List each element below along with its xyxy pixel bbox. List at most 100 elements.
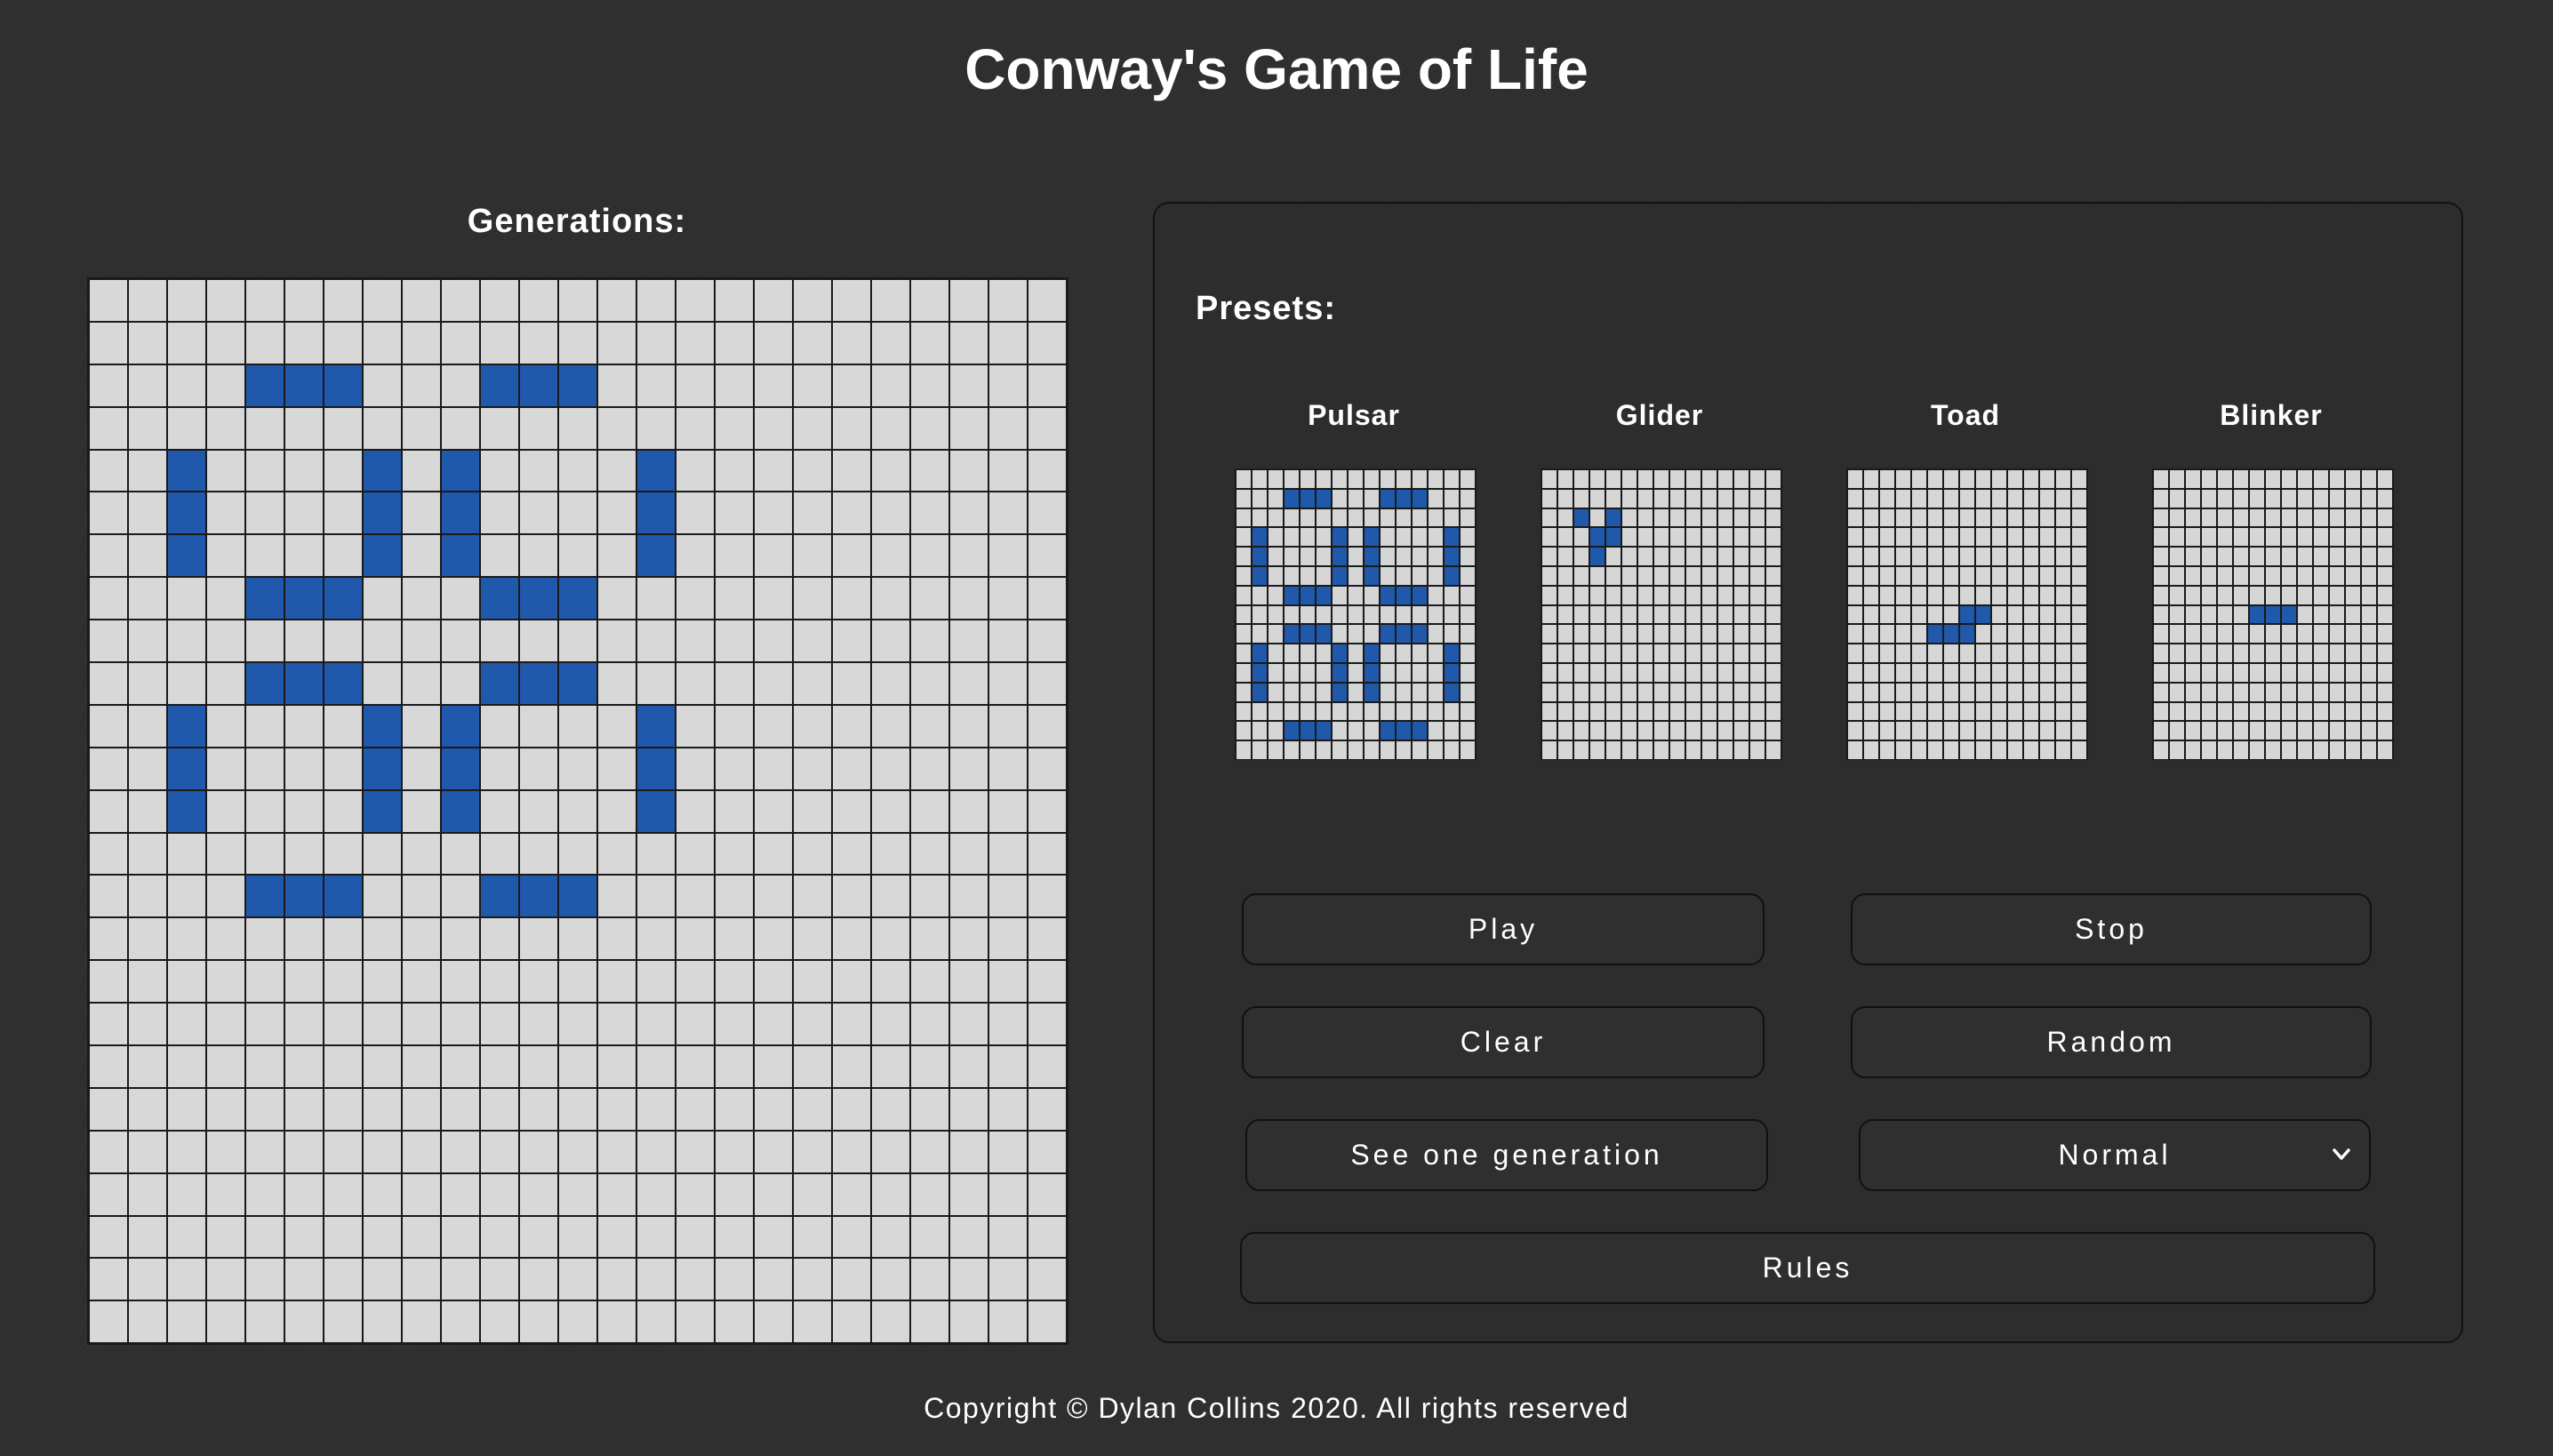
- board-cell[interactable]: [363, 875, 402, 918]
- board-cell-alive[interactable]: [363, 492, 402, 535]
- board-cell[interactable]: [636, 406, 676, 450]
- board-cell[interactable]: [988, 406, 1028, 450]
- board-cell[interactable]: [988, 1087, 1028, 1131]
- board-cell-alive[interactable]: [284, 364, 324, 407]
- board-cell[interactable]: [89, 279, 128, 322]
- board-cell[interactable]: [89, 1003, 128, 1046]
- board-cell[interactable]: [832, 662, 871, 705]
- board-cell[interactable]: [636, 364, 676, 407]
- board-cell[interactable]: [128, 1172, 167, 1216]
- board-cell[interactable]: [988, 321, 1028, 364]
- board-cell[interactable]: [519, 1087, 558, 1131]
- board-cell[interactable]: [480, 492, 519, 535]
- board-cell[interactable]: [871, 1045, 910, 1088]
- board-cell[interactable]: [402, 1215, 441, 1259]
- board-cell[interactable]: [128, 1130, 167, 1173]
- board-cell[interactable]: [793, 1215, 832, 1259]
- board-cell[interactable]: [402, 577, 441, 620]
- board-cell[interactable]: [676, 875, 715, 918]
- board-cell[interactable]: [910, 279, 949, 322]
- board-cell[interactable]: [128, 406, 167, 450]
- board-cell[interactable]: [910, 449, 949, 492]
- board-cell[interactable]: [284, 279, 324, 322]
- board-cell[interactable]: [832, 1300, 871, 1344]
- board-cell[interactable]: [558, 449, 597, 492]
- board-cell[interactable]: [167, 279, 206, 322]
- board-cell[interactable]: [754, 492, 793, 535]
- board-cell[interactable]: [1028, 620, 1067, 663]
- board-cell[interactable]: [363, 832, 402, 876]
- board-cell[interactable]: [636, 577, 676, 620]
- board-cell[interactable]: [167, 960, 206, 1004]
- board-cell[interactable]: [676, 1087, 715, 1131]
- board-cell[interactable]: [402, 449, 441, 492]
- board-cell[interactable]: [128, 1087, 167, 1131]
- board-cell[interactable]: [754, 620, 793, 663]
- board-cell[interactable]: [676, 492, 715, 535]
- board-cell[interactable]: [402, 747, 441, 790]
- board-cell[interactable]: [363, 1172, 402, 1216]
- board-cell[interactable]: [676, 534, 715, 578]
- board-cell[interactable]: [910, 1045, 949, 1088]
- board-cell[interactable]: [676, 1130, 715, 1173]
- board-cell[interactable]: [480, 1172, 519, 1216]
- board-cell[interactable]: [871, 832, 910, 876]
- preset-blinker[interactable]: Blinker: [2147, 397, 2396, 760]
- board-cell[interactable]: [636, 1258, 676, 1301]
- board-cell[interactable]: [832, 406, 871, 450]
- board-cell[interactable]: [206, 577, 245, 620]
- board-cell[interactable]: [245, 1130, 284, 1173]
- board-cell[interactable]: [89, 577, 128, 620]
- board-cell[interactable]: [519, 747, 558, 790]
- board-cell[interactable]: [128, 492, 167, 535]
- board-cell[interactable]: [636, 960, 676, 1004]
- board-cell[interactable]: [480, 406, 519, 450]
- board-cell[interactable]: [284, 1300, 324, 1344]
- preset-toad[interactable]: Toad: [1841, 397, 2090, 760]
- board-cell[interactable]: [363, 1300, 402, 1344]
- board-cell[interactable]: [363, 1215, 402, 1259]
- board-cell[interactable]: [128, 875, 167, 918]
- board-cell[interactable]: [363, 1130, 402, 1173]
- board-cell[interactable]: [245, 1258, 284, 1301]
- board-cell[interactable]: [1028, 321, 1067, 364]
- board-cell[interactable]: [245, 1172, 284, 1216]
- board-cell-alive[interactable]: [480, 875, 519, 918]
- board-cell[interactable]: [715, 577, 754, 620]
- board-cell[interactable]: [519, 1003, 558, 1046]
- board-cell[interactable]: [89, 1130, 128, 1173]
- board-cell[interactable]: [988, 704, 1028, 748]
- board-cell[interactable]: [284, 917, 324, 961]
- board-cell[interactable]: [715, 1045, 754, 1088]
- board-cell[interactable]: [754, 321, 793, 364]
- board-cell[interactable]: [832, 875, 871, 918]
- board-cell[interactable]: [754, 449, 793, 492]
- board-cell[interactable]: [558, 406, 597, 450]
- board-cell[interactable]: [910, 406, 949, 450]
- board-cell[interactable]: [1028, 662, 1067, 705]
- board-cell[interactable]: [519, 492, 558, 535]
- board-cell[interactable]: [754, 662, 793, 705]
- board-cell[interactable]: [988, 1215, 1028, 1259]
- board-cell[interactable]: [597, 832, 636, 876]
- board-cell[interactable]: [324, 917, 363, 961]
- board-cell[interactable]: [676, 449, 715, 492]
- board-cell[interactable]: [324, 321, 363, 364]
- board-cell[interactable]: [988, 662, 1028, 705]
- random-button[interactable]: Random: [1851, 1006, 2372, 1078]
- board-cell-alive[interactable]: [558, 364, 597, 407]
- board-cell[interactable]: [480, 789, 519, 833]
- board-cell[interactable]: [441, 1215, 480, 1259]
- board-cell[interactable]: [832, 1258, 871, 1301]
- board-cell[interactable]: [597, 960, 636, 1004]
- board-cell[interactable]: [558, 492, 597, 535]
- board-cell-alive[interactable]: [363, 449, 402, 492]
- board-cell[interactable]: [206, 960, 245, 1004]
- board-cell[interactable]: [715, 449, 754, 492]
- board-cell[interactable]: [754, 917, 793, 961]
- board-cell[interactable]: [89, 832, 128, 876]
- board-cell[interactable]: [519, 449, 558, 492]
- board-cell[interactable]: [910, 875, 949, 918]
- board-cell[interactable]: [988, 620, 1028, 663]
- board-cell[interactable]: [480, 620, 519, 663]
